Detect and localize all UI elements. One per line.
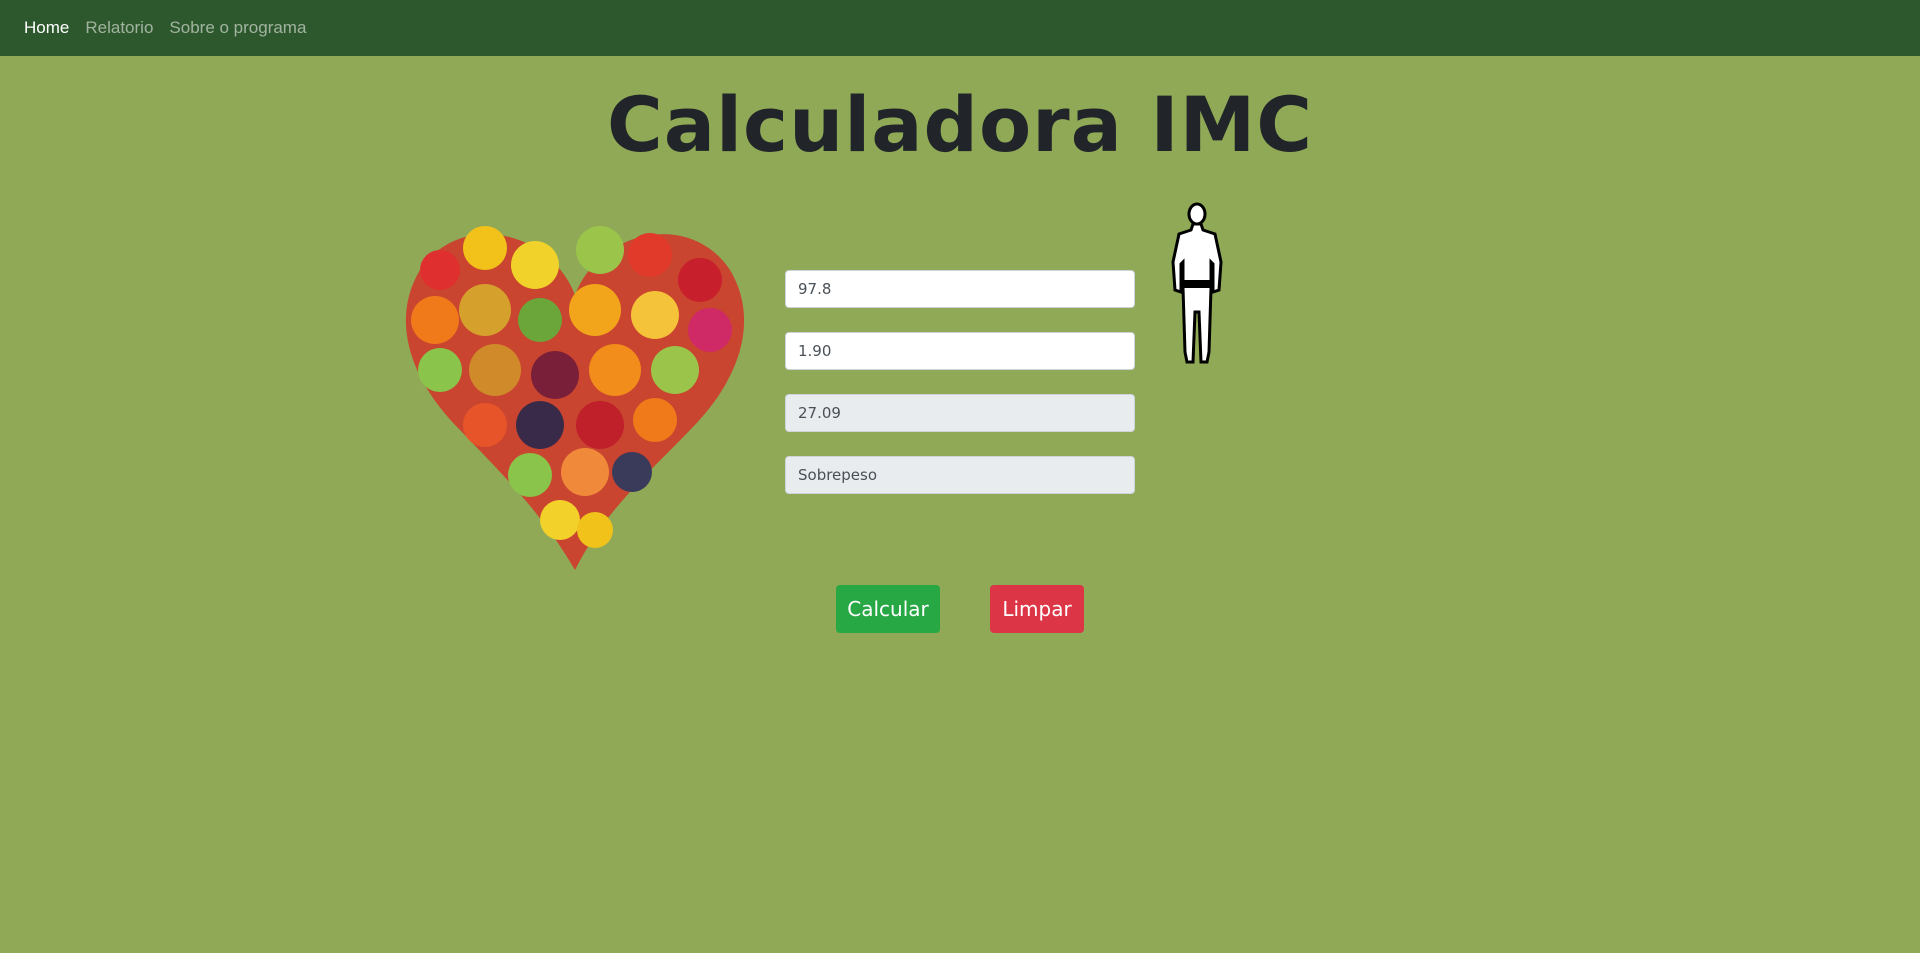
fruit-heart-image	[400, 210, 750, 580]
classificacao-result-field	[785, 456, 1135, 494]
imc-result-field	[785, 394, 1135, 432]
page-title: Calculadora IMC	[606, 80, 1314, 169]
peso-input[interactable]	[785, 270, 1135, 308]
altura-input[interactable]	[785, 332, 1135, 370]
nav-home-link[interactable]: Home	[24, 18, 69, 38]
calcular-button[interactable]: Calcular	[836, 585, 940, 633]
nav-relatorio-link[interactable]: Relatorio	[85, 18, 153, 38]
nav-sobre-link[interactable]: Sobre o programa	[169, 18, 306, 38]
navbar: Home Relatorio Sobre o programa	[0, 0, 1920, 56]
limpar-button[interactable]: Limpar	[990, 585, 1084, 633]
human-body-silhouette	[1163, 202, 1231, 372]
